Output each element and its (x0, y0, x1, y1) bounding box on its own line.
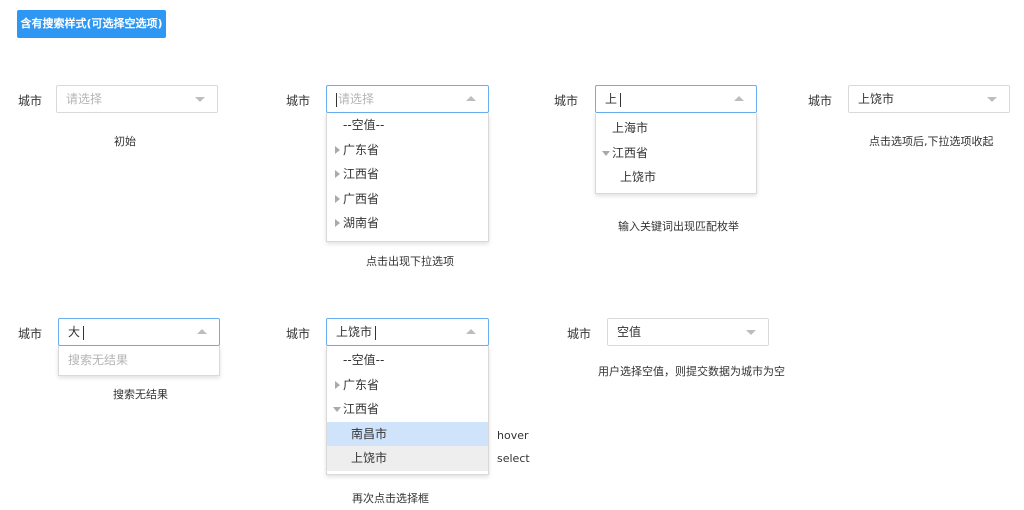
option-shangrao[interactable]: 上饶市 (596, 165, 756, 190)
no-result-text: 搜索无结果 (68, 353, 129, 367)
option-label: --空值-- (343, 353, 385, 367)
select-placeholder: 请选择 (66, 92, 103, 106)
option-jiangxi[interactable]: 江西省 (596, 141, 756, 166)
caret-right-icon (335, 170, 340, 178)
option-label: 南昌市 (351, 426, 388, 441)
option-label: 广西省 (343, 191, 380, 206)
option-hunan[interactable]: 湖南省 (327, 211, 488, 236)
text-cursor (620, 92, 622, 107)
city-select-keyword[interactable]: 上 (595, 85, 757, 113)
hover-note: hover (497, 429, 529, 442)
option-empty-value[interactable]: --空值-- (327, 113, 488, 138)
option-empty-value[interactable]: --空值-- (327, 348, 488, 373)
caption-reopen: 再次点击选择框 (352, 492, 429, 505)
city-label: 城市 (567, 327, 592, 341)
select-placeholder: 请选择 (338, 92, 375, 106)
chevron-up-icon (466, 329, 476, 334)
caption-initial: 初始 (114, 135, 136, 148)
option-shanghai[interactable]: 上海市 (596, 116, 756, 141)
city-label: 城市 (808, 94, 833, 108)
city-select-initial[interactable]: 请选择 (56, 85, 218, 113)
caret-right-icon (335, 380, 340, 389)
city-select-open[interactable]: 请选择 (326, 85, 489, 113)
option-label: 江西省 (343, 167, 380, 181)
city-label: 城市 (286, 94, 311, 108)
caret-right-icon (335, 219, 340, 227)
dropdown-no-result: 搜索无结果 (58, 346, 220, 376)
select-value: 上饶市 (858, 92, 895, 106)
city-select-collapsed[interactable]: 上饶市 (848, 85, 1010, 113)
caption-empty-value: 用户选择空值，则提交数据为城市为空 (598, 365, 785, 378)
caret-right-icon (335, 194, 340, 203)
city-select-empty-value[interactable]: 空值 (607, 318, 769, 346)
option-label: 广东省 (343, 142, 380, 157)
caption-open: 点击出现下拉选项 (366, 255, 454, 268)
caret-right-icon (335, 145, 340, 154)
chevron-up-icon (734, 96, 744, 101)
option-nanchang[interactable]: 南昌市 (327, 421, 488, 446)
option-guangdong[interactable]: 广东省 (327, 373, 488, 398)
caption-keyword: 输入关键词出现匹配枚举 (618, 220, 739, 233)
city-label: 城市 (18, 94, 43, 108)
dropdown-keyword: 上海市 江西省 上饶市 (595, 113, 757, 194)
caret-down-icon (602, 150, 610, 156)
option-jiangxi[interactable]: 江西省 (327, 397, 488, 422)
text-cursor (375, 325, 377, 340)
option-label: 上饶市 (620, 170, 657, 184)
chevron-up-icon (197, 329, 207, 334)
option-label: 江西省 (343, 402, 380, 416)
select-input-value: 大 (68, 325, 81, 339)
select-value: 空值 (617, 325, 642, 339)
select-input-value: 上 (605, 92, 618, 106)
caption-collapsed: 点击选项后,下拉选项收起 (869, 135, 994, 148)
city-select-no-result[interactable]: 大 (58, 318, 220, 346)
searchable-style-button[interactable]: 含有搜索样式(可选择空选项) (17, 10, 166, 38)
option-jiangxi[interactable]: 江西省 (327, 162, 488, 187)
caret-down-icon (333, 407, 341, 412)
option-label: 广东省 (343, 377, 380, 392)
select-input-value: 上饶市 (336, 325, 373, 339)
chevron-down-icon (195, 97, 205, 102)
option-label: 上海市 (612, 121, 649, 135)
text-cursor (83, 325, 85, 340)
caption-no-result: 搜索无结果 (113, 388, 168, 401)
option-label: 湖南省 (343, 216, 380, 230)
chevron-down-icon (987, 97, 997, 102)
option-label: 江西省 (612, 145, 649, 160)
option-label: --空值-- (343, 118, 385, 132)
dropdown-open: --空值-- 广东省 江西省 广西省 湖南省 (326, 113, 489, 242)
city-select-reopen[interactable]: 上饶市 (326, 318, 489, 346)
option-shangrao[interactable]: 上饶市 (327, 446, 488, 471)
chevron-down-icon (746, 330, 756, 335)
option-guangxi[interactable]: 广西省 (327, 187, 488, 212)
chevron-up-icon (466, 96, 476, 101)
city-label: 城市 (286, 327, 311, 341)
city-label: 城市 (18, 327, 43, 341)
option-guangdong[interactable]: 广东省 (327, 138, 488, 163)
select-note: select (497, 452, 530, 465)
city-label: 城市 (554, 94, 579, 108)
dropdown-reopen: --空值-- 广东省 江西省 南昌市 上饶市 (326, 346, 489, 475)
option-label: 上饶市 (351, 451, 388, 465)
text-cursor (336, 92, 337, 107)
